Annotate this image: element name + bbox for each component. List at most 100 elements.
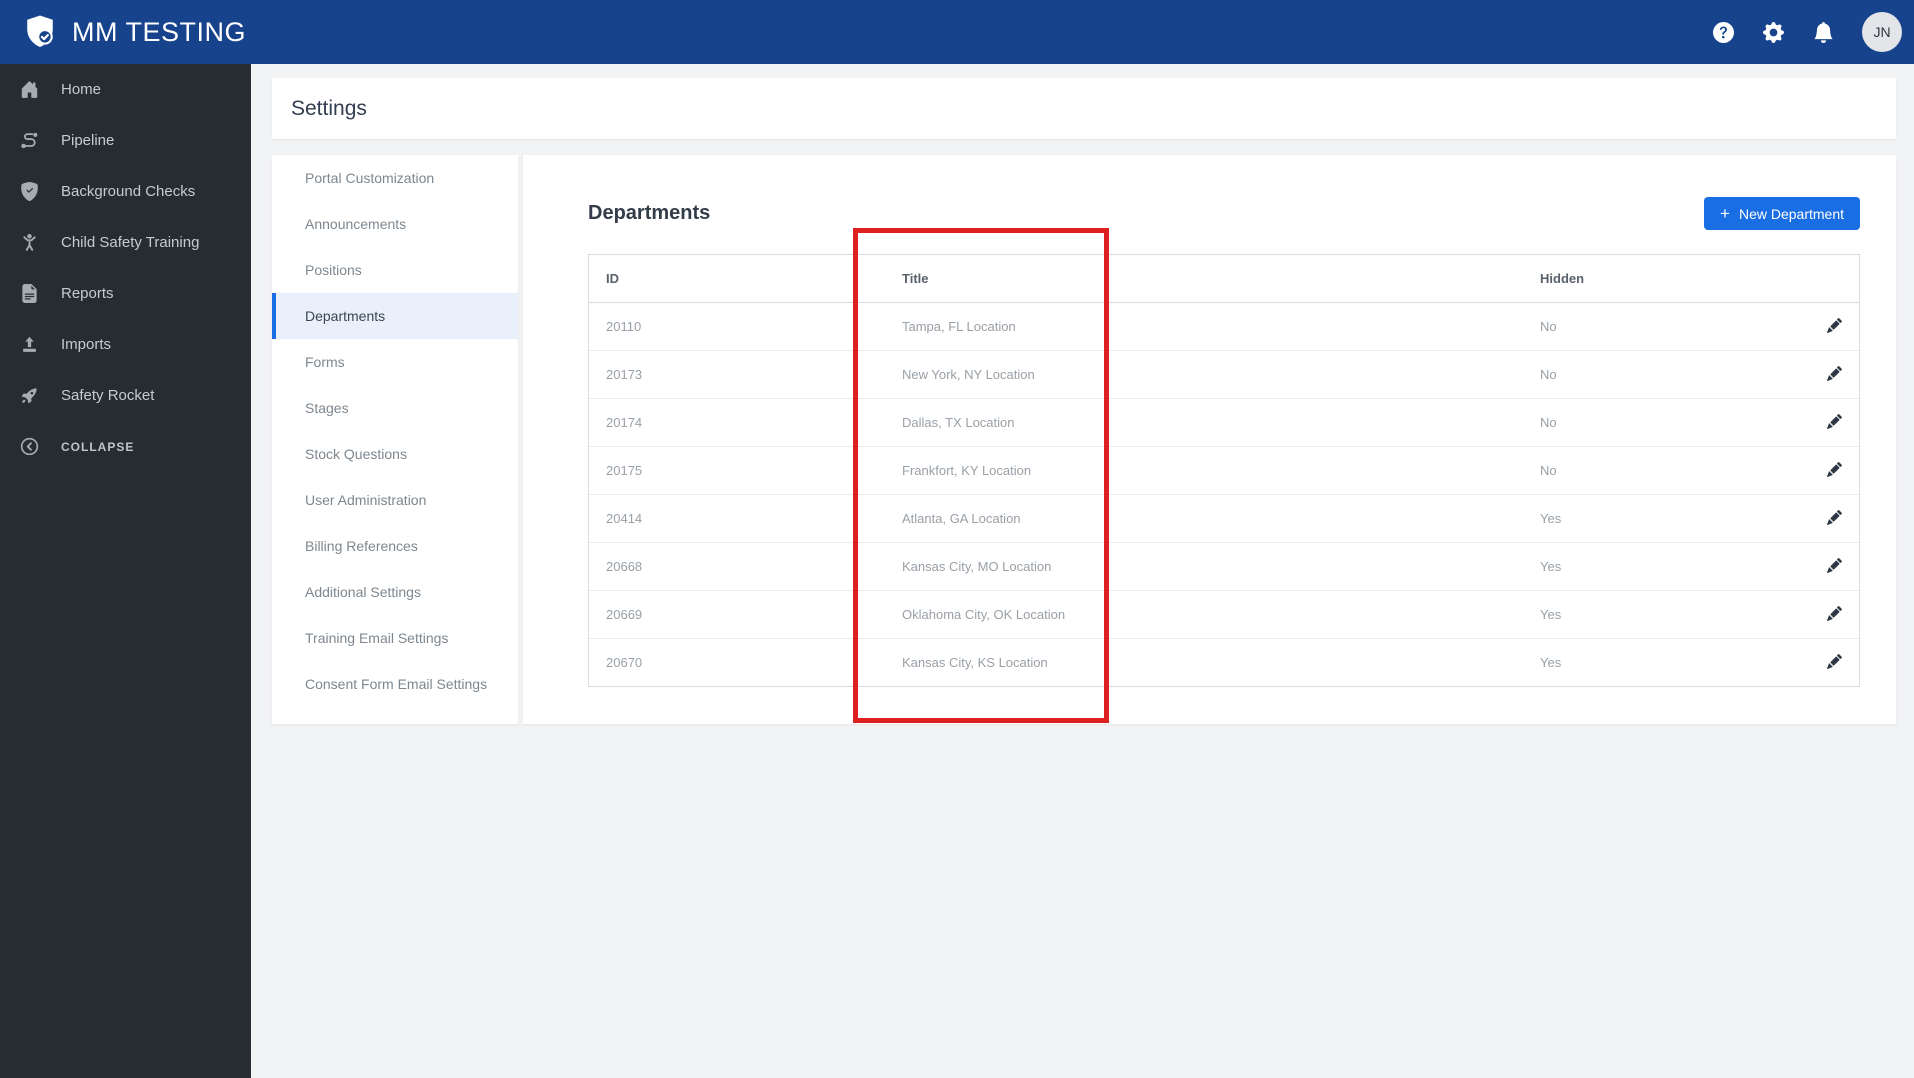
bell-icon[interactable] — [1812, 21, 1834, 43]
pencil-icon[interactable] — [1827, 317, 1843, 334]
sidebar-item-label: Child Safety Training — [61, 234, 200, 251]
table-row: 20174 Dallas, TX Location No — [589, 398, 1859, 447]
sidebar-item-pipeline[interactable]: Pipeline — [0, 115, 251, 166]
pencil-icon[interactable] — [1827, 413, 1843, 430]
table-row: 20668 Kansas City, MO Location Yes — [589, 542, 1859, 591]
main-area: Settings Portal Customization Announceme… — [251, 64, 1914, 1078]
cell-title: Dallas, TX Location — [885, 398, 1523, 447]
cell-title: Oklahoma City, OK Location — [885, 590, 1523, 639]
pencil-icon[interactable] — [1827, 557, 1843, 574]
child-icon — [19, 233, 39, 253]
pencil-icon[interactable] — [1827, 653, 1843, 670]
subnav-item-stages[interactable]: Stages — [272, 385, 518, 431]
pencil-icon[interactable] — [1827, 605, 1843, 622]
plus-icon: + — [1720, 204, 1730, 223]
cell-hidden: Yes — [1523, 638, 1784, 686]
sidebar-item-home[interactable]: Home — [0, 64, 251, 115]
subnav-item-user-administration[interactable]: User Administration — [272, 477, 518, 523]
table-row: 20669 Oklahoma City, OK Location Yes — [589, 590, 1859, 639]
table-row: 20670 Kansas City, KS Location Yes — [589, 638, 1859, 686]
table-header-row: ID Title Hidden — [589, 255, 1859, 303]
sidebar-item-label: Imports — [61, 336, 112, 353]
subnav-item-announcements[interactable]: Announcements — [272, 201, 518, 247]
cell-id: 20414 — [589, 494, 885, 543]
cell-hidden: Yes — [1523, 590, 1784, 639]
column-header-title: Title — [885, 255, 1523, 303]
subnav-item-consent-form-email-settings[interactable]: Consent Form Email Settings — [272, 661, 518, 707]
pencil-icon[interactable] — [1827, 365, 1843, 382]
cell-id: 20175 — [589, 446, 885, 495]
cell-id: 20669 — [589, 590, 885, 639]
sidebar-item-label: Background Checks — [61, 183, 196, 200]
cell-hidden: No — [1523, 398, 1784, 447]
cell-hidden: No — [1523, 446, 1784, 495]
gear-icon[interactable] — [1762, 21, 1784, 43]
subnav-item-forms[interactable]: Forms — [272, 339, 518, 385]
shield-logo-icon — [27, 15, 53, 47]
new-department-button[interactable]: + New Department — [1704, 197, 1860, 230]
subnav-item-training-email-settings[interactable]: Training Email Settings — [272, 615, 518, 661]
pipeline-icon — [19, 131, 39, 151]
cell-hidden: Yes — [1523, 542, 1784, 591]
user-avatar[interactable]: JN — [1862, 12, 1902, 52]
cell-title: New York, NY Location — [885, 350, 1523, 399]
page-title: Settings — [291, 96, 367, 120]
cell-title: Atlanta, GA Location — [885, 494, 1523, 543]
cell-title: Tampa, FL Location — [902, 319, 1016, 334]
cell-id: 20173 — [589, 350, 885, 399]
sidebar: Home Pipeline Background Checks Child Sa… — [0, 64, 251, 1078]
departments-panel: Departments + New Department ID Title Hi… — [523, 155, 1896, 724]
brand: MM TESTING — [0, 14, 246, 50]
help-icon[interactable] — [1712, 21, 1734, 43]
cell-hidden: No — [1523, 350, 1784, 399]
subnav-item-positions[interactable]: Positions — [272, 247, 518, 293]
table-row: 20110 Tampa, FL Location No — [589, 303, 1859, 351]
subnav-item-portal-customization[interactable]: Portal Customization — [272, 155, 518, 201]
table-row: 20414 Atlanta, GA Location Yes — [589, 494, 1859, 543]
departments-heading: Departments — [588, 202, 711, 224]
cell-title: Kansas City, MO Location — [885, 542, 1523, 591]
subnav-item-departments[interactable]: Departments — [272, 293, 518, 339]
settings-subnav: Portal Customization Announcements Posit… — [272, 155, 518, 724]
column-header-actions — [1784, 255, 1859, 303]
table-row: 20175 Frankfort, KY Location No — [589, 446, 1859, 495]
sidebar-item-background-checks[interactable]: Background Checks — [0, 166, 251, 217]
subnav-item-billing-references[interactable]: Billing References — [272, 523, 518, 569]
departments-table: ID Title Hidden 20110 Tampa, FL Location… — [588, 254, 1860, 687]
chevron-left-circle-icon — [19, 437, 39, 457]
sidebar-collapse-button[interactable]: COLLAPSE — [0, 421, 251, 472]
sidebar-item-safety-rocket[interactable]: Safety Rocket — [0, 370, 251, 421]
sidebar-item-label: Home — [61, 81, 102, 98]
sidebar-item-label: Pipeline — [61, 132, 115, 149]
home-icon — [19, 80, 39, 100]
page-title-card: Settings — [272, 78, 1896, 139]
cell-id: 20110 — [606, 319, 642, 334]
cell-title: Frankfort, KY Location — [885, 446, 1523, 495]
shield-check-icon — [19, 182, 39, 202]
app-title: MM TESTING — [72, 16, 247, 47]
upload-icon — [19, 335, 39, 355]
sidebar-item-label: Reports — [61, 285, 114, 302]
document-icon — [19, 284, 39, 304]
subnav-item-additional-settings[interactable]: Additional Settings — [272, 569, 518, 615]
cell-id: 20670 — [589, 638, 885, 686]
cell-id: 20668 — [589, 542, 885, 591]
cell-title: Kansas City, KS Location — [885, 638, 1523, 686]
sidebar-item-reports[interactable]: Reports — [0, 268, 251, 319]
subnav-item-stock-questions[interactable]: Stock Questions — [272, 431, 518, 477]
cell-hidden: No — [1540, 319, 1557, 334]
rocket-icon — [19, 386, 39, 406]
sidebar-item-child-safety-training[interactable]: Child Safety Training — [0, 217, 251, 268]
table-row: 20173 New York, NY Location No — [589, 350, 1859, 399]
sidebar-item-label: Safety Rocket — [61, 387, 155, 404]
top-navbar: MM TESTING JN — [0, 0, 1914, 64]
column-header-id: ID — [589, 255, 885, 303]
sidebar-item-imports[interactable]: Imports — [0, 319, 251, 370]
cell-hidden: Yes — [1523, 494, 1784, 543]
pencil-icon[interactable] — [1827, 509, 1843, 526]
sidebar-collapse-label: COLLAPSE — [61, 439, 135, 454]
pencil-icon[interactable] — [1827, 461, 1843, 478]
new-department-button-label: New Department — [1738, 205, 1844, 222]
column-header-hidden: Hidden — [1523, 255, 1784, 303]
cell-id: 20174 — [589, 398, 885, 447]
